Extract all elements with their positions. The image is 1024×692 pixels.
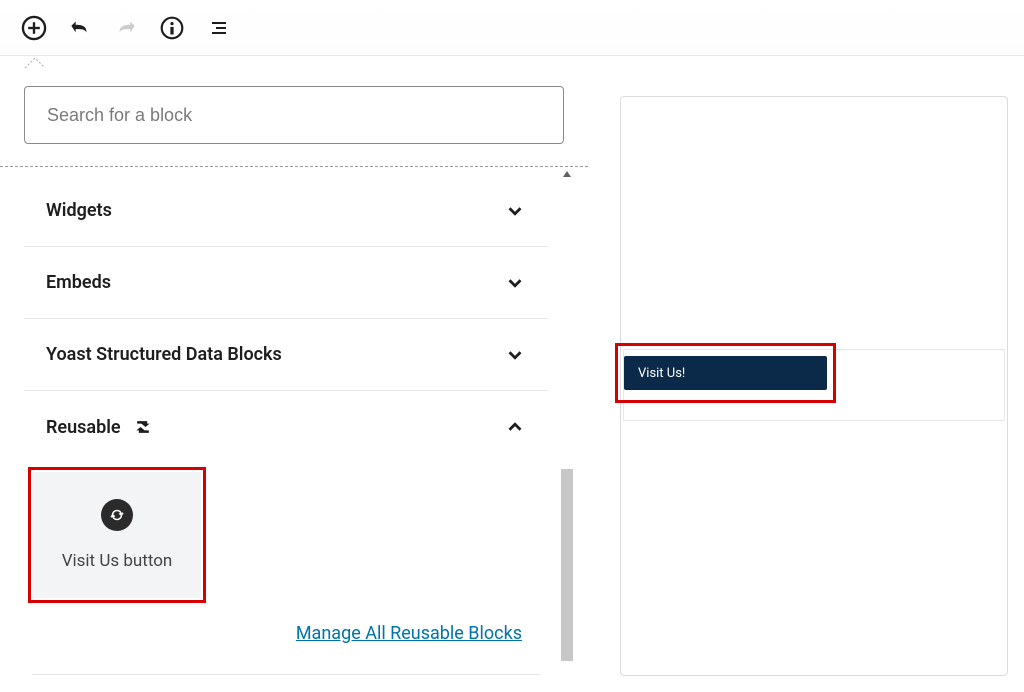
block-inserter-panel: Widgets Embeds Yoast Structured Data Blo… [0,56,588,692]
category-yoast[interactable]: Yoast Structured Data Blocks [24,319,548,391]
reusable-block-icon [101,499,133,531]
preview-card: Visit Us! [620,96,1008,676]
outline-button[interactable] [198,8,238,48]
reusable-icon [133,417,153,437]
undo-button[interactable] [60,8,100,48]
category-label: Embeds [46,272,111,293]
redo-button[interactable] [106,8,146,48]
scrollbar[interactable] [560,167,574,692]
category-label: Reusable [46,417,121,438]
preview-highlight: Visit Us! [615,343,836,403]
category-widgets[interactable]: Widgets [24,175,548,247]
undo-icon [67,15,93,41]
manage-reusable-link[interactable]: Manage All Reusable Blocks [296,623,522,644]
chevron-down-icon [504,272,526,294]
category-label: Yoast Structured Data Blocks [46,344,282,365]
popover-arrow [23,56,47,68]
scroll-thumb[interactable] [561,469,573,661]
editor-canvas: Visit Us! [588,56,1024,692]
reusable-block-tile[interactable]: Visit Us button [33,472,201,598]
add-block-button[interactable] [14,8,54,48]
chevron-down-icon [504,344,526,366]
category-embeds[interactable]: Embeds [24,247,548,319]
button-label: Visit Us! [638,366,685,381]
redo-icon [113,15,139,41]
search-input[interactable] [24,86,564,144]
list-outline-icon [206,16,230,40]
category-reusable[interactable]: Reusable [24,391,548,463]
info-button[interactable] [152,8,192,48]
reusable-block-highlight: Visit Us button [28,467,206,603]
category-label: Widgets [46,200,112,221]
chevron-down-icon [504,200,526,222]
chevron-up-icon [504,416,526,438]
editor-toolbar [0,0,1024,56]
visit-us-button[interactable]: Visit Us! [624,356,827,390]
scroll-up-arrow[interactable] [560,167,574,181]
info-circle-icon [159,15,185,41]
plus-circle-icon [20,14,48,42]
reusable-block-label: Visit Us button [62,551,173,571]
